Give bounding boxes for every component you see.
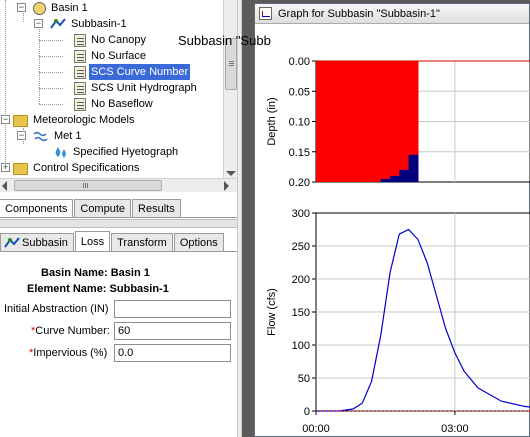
- precip-excess-bar: [334, 61, 345, 182]
- depth-tick-label: 0.10: [289, 117, 310, 129]
- flow-tick-label: 50: [298, 373, 310, 385]
- precip-loss-bar: [408, 154, 419, 182]
- precip-loss-bar: [399, 169, 410, 182]
- flow-tick-label: 200: [292, 274, 310, 286]
- flow-axis-label: Flow (cfs): [266, 288, 278, 336]
- time-tick-label: 00:00: [302, 423, 330, 435]
- depth-axis-label: Depth (in): [266, 97, 278, 145]
- flow-tick-label: 150: [292, 307, 310, 319]
- time-tick-label: 03:00: [441, 423, 469, 435]
- precip-excess-bar: [362, 61, 373, 182]
- flow-tick-label: 300: [292, 208, 310, 220]
- depth-tick-label: 0.20: [289, 177, 310, 189]
- depth-tick-label: 0.15: [289, 147, 310, 159]
- flow-tick-label: 250: [292, 241, 310, 253]
- precip-excess-bar: [353, 61, 363, 182]
- precip-loss-bar: [390, 175, 400, 182]
- flow-tick-label: 0: [304, 406, 310, 418]
- precip-excess-bar: [390, 61, 400, 182]
- precip-excess-bar: [399, 61, 410, 182]
- precip-excess-bar: [325, 61, 336, 182]
- precip-excess-bar: [343, 61, 354, 182]
- depth-tick-label: 0.05: [289, 86, 310, 98]
- precip-excess-bar: [316, 61, 326, 182]
- precip-excess-bar: [380, 61, 391, 182]
- graph-plots: 0.00 0.05 0.10 0.15 0.20 Depth (in) 0 50 100 150 2…: [266, 56, 530, 435]
- precip-excess-bar: [371, 61, 382, 182]
- flow-tick-label: 100: [292, 340, 310, 352]
- precip-loss-bar: [380, 178, 391, 182]
- depth-tick-label: 0.00: [289, 56, 310, 68]
